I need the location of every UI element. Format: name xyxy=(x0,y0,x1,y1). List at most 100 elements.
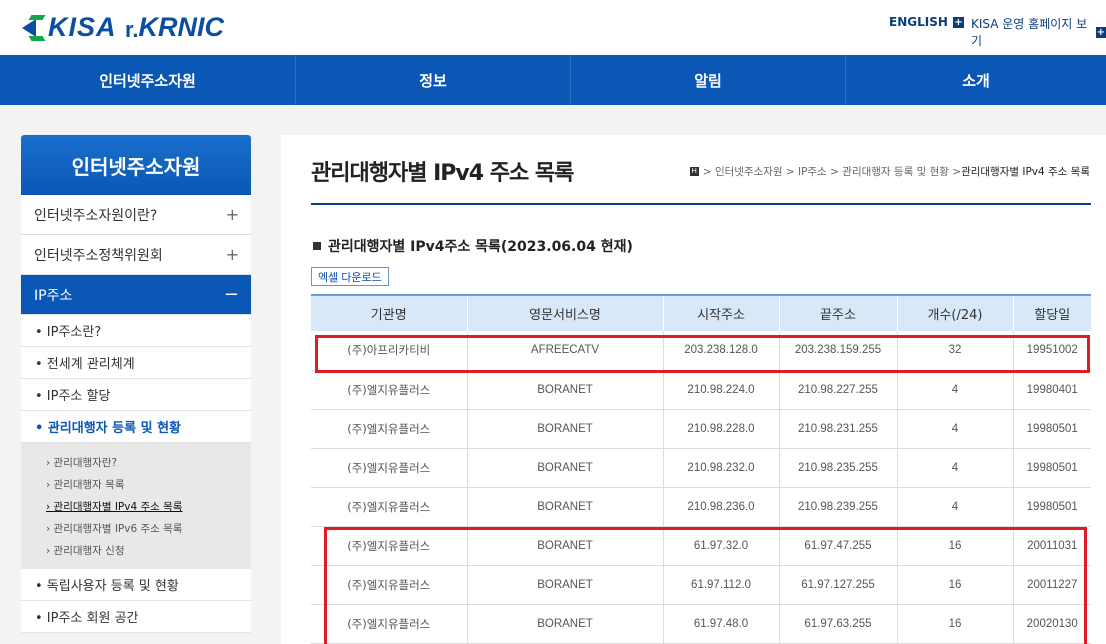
cell-end: 210.98.239.255 xyxy=(779,487,898,527)
sidebar-link-agency-list[interactable]: › 관리대행자 목록 xyxy=(21,473,251,495)
cell-org: (주)엘지유플러스 xyxy=(311,409,468,449)
expand-icon: + xyxy=(225,205,239,224)
sidebar-subitem-member-space[interactable]: • IP주소 회원 공간 xyxy=(21,601,251,633)
table-row: (주)엘지유플러스 BORANET 61.97.32.0 61.97.47.255 16… xyxy=(311,526,1091,566)
cell-org: (주)엘지유플러스 xyxy=(311,604,468,644)
sidebar-item-ip-address[interactable]: IP주소 − xyxy=(21,275,251,315)
sidebar-item-label: IP주소 xyxy=(34,287,73,304)
cell-end: 61.97.47.255 xyxy=(779,526,898,566)
cell-start: 210.98.236.0 xyxy=(663,487,780,527)
cell-date: 19951002 xyxy=(1013,331,1091,371)
excel-download-button[interactable]: 엑셀 다운로드 xyxy=(311,267,389,286)
cell-count: 16 xyxy=(897,526,1014,566)
sidebar-link-agency-apply[interactable]: › 관리대행자 신청 xyxy=(21,539,251,561)
sidebar-item-policy-committee[interactable]: 인터넷주소정책위원회 + xyxy=(21,235,251,275)
section-heading: 관리대행자별 IPv4주소 목록(2023.06.04 현재) xyxy=(313,236,633,256)
cell-date: 20011227 xyxy=(1013,565,1091,605)
cell-start: 61.97.48.0 xyxy=(663,604,780,644)
nav-notice[interactable]: 알림 xyxy=(571,55,846,105)
cell-service: BORANET xyxy=(467,448,664,488)
cell-org: (주)아프리카티비 xyxy=(311,331,468,371)
table-row: (주)엘지유플러스 BORANET 61.97.48.0 61.97.63.255 16… xyxy=(311,604,1091,644)
nav-info[interactable]: 정보 xyxy=(296,55,571,105)
sidebar-subitem-global-system[interactable]: • 전세계 관리체계 xyxy=(21,347,251,379)
side-menu: 인터넷주소자원 인터넷주소자원이란? + 인터넷주소정책위원회 + IP주소 −… xyxy=(21,135,251,633)
cell-start: 210.98.232.0 xyxy=(663,448,780,488)
cell-count: 16 xyxy=(897,604,1014,644)
breadcrumb-item[interactable]: > 인터넷주소자원 xyxy=(703,164,783,179)
cell-org: (주)엘지유플러스 xyxy=(311,565,468,605)
breadcrumb-item[interactable]: > 관리대행자 등록 및 현황 xyxy=(830,164,949,179)
ipv4-address-table: 기관명 영문서비스명 시작주소 끝주소 개수(/24) 할당일 (주)아프리카티… xyxy=(311,294,1091,644)
english-link-label: ENGLISH xyxy=(889,15,948,29)
sidebar-subitem-what-is-ip[interactable]: • IP주소란? xyxy=(21,315,251,347)
cell-count: 4 xyxy=(897,370,1014,410)
kisa-logo[interactable]: KISA xyxy=(22,12,117,43)
cell-date: 20020130 xyxy=(1013,604,1091,644)
square-bullet-icon xyxy=(313,242,321,250)
cell-service: BORANET xyxy=(467,565,664,605)
table-row: (주)엘지유플러스 BORANET 210.98.232.0 210.98.235.2… xyxy=(311,448,1091,488)
cell-org: (주)엘지유플러스 xyxy=(311,526,468,566)
cell-start: 61.97.112.0 xyxy=(663,565,780,605)
section-heading-text: 관리대행자별 IPv4주소 목록(2023.06.04 현재) xyxy=(328,239,633,255)
col-header-date: 할당일 xyxy=(1013,294,1091,331)
sidebar-subitem-independent-user[interactable]: • 독립사용자 등록 및 현황 xyxy=(21,569,251,601)
cell-count: 32 xyxy=(897,331,1014,371)
kisa-mark-icon xyxy=(22,14,46,41)
cell-org: (주)엘지유플러스 xyxy=(311,448,468,488)
cell-date: 19980401 xyxy=(1013,370,1091,410)
sidebar-subitem-agency-registration[interactable]: • 관리대행자 등록 및 현황 xyxy=(21,411,251,443)
sidebar-subitem-ip-allocation[interactable]: • IP주소 할당 xyxy=(21,379,251,411)
cell-end: 61.97.127.255 xyxy=(779,565,898,605)
breadcrumb-current: 관리대행자별 IPv4 주소 목록 xyxy=(961,166,1090,178)
cell-service: BORANET xyxy=(467,604,664,644)
sidebar-link-what-is-agency[interactable]: › 관리대행자란? xyxy=(21,451,251,473)
cell-date: 19980501 xyxy=(1013,487,1091,527)
main-content: 관리대행자별 IPv4 주소 목록 H > 인터넷주소자원 > IP주소 > 관… xyxy=(281,135,1106,644)
nav-internet-resources[interactable]: 인터넷주소자원 xyxy=(0,55,296,105)
col-header-count: 개수(/24) xyxy=(897,294,1014,331)
sidebar-link-ipv6-list[interactable]: › 관리대행자별 IPv6 주소 목록 xyxy=(21,517,251,539)
sidebar-item-label: 인터넷주소정책위원회 xyxy=(34,247,163,264)
table-row: (주)엘지유플러스 BORANET 61.97.112.0 61.97.127.255… xyxy=(311,565,1091,605)
sidebar-item-label: 인터넷주소자원이란? xyxy=(34,207,158,224)
global-nav: 인터넷주소자원 정보 알림 소개 xyxy=(0,55,1106,105)
breadcrumb-separator: > xyxy=(952,165,962,178)
kisa-homepage-label: KISA 운영 홈페이지 보기 xyxy=(971,17,1088,48)
cell-start: 210.98.224.0 xyxy=(663,370,780,410)
cell-service: BORANET xyxy=(467,526,664,566)
breadcrumb-item[interactable]: > IP주소 xyxy=(786,164,827,179)
title-divider xyxy=(311,203,1091,205)
cell-end: 203.238.159.255 xyxy=(779,331,898,371)
home-icon[interactable]: H xyxy=(689,167,699,176)
expand-icon: + xyxy=(225,245,239,264)
nav-about[interactable]: 소개 xyxy=(846,55,1106,105)
sidebar-item-what-is-resource[interactable]: 인터넷주소자원이란? + xyxy=(21,195,251,235)
sidebar-third-level: › 관리대행자란? › 관리대행자 목록 › 관리대행자별 IPv4 주소 목록… xyxy=(21,443,251,569)
krnic-logo-prefix: r. xyxy=(125,17,139,42)
cell-org: (주)엘지유플러스 xyxy=(311,370,468,410)
cell-count: 16 xyxy=(897,565,1014,605)
plus-icon: + xyxy=(1095,26,1106,38)
cell-service: BORANET xyxy=(467,370,664,410)
table-row: (주)아프리카티비 AFREECATV 203.238.128.0 203.238.1… xyxy=(311,331,1091,371)
cell-start: 210.98.228.0 xyxy=(663,409,780,449)
cell-end: 210.98.231.255 xyxy=(779,409,898,449)
table-header-row: 기관명 영문서비스명 시작주소 끝주소 개수(/24) 할당일 xyxy=(311,294,1091,331)
plus-icon: + xyxy=(952,16,964,28)
table-row: (주)엘지유플러스 BORANET 210.98.224.0 210.98.227.2… xyxy=(311,370,1091,410)
cell-end: 61.97.63.255 xyxy=(779,604,898,644)
krnic-logo[interactable]: r. KRNIC xyxy=(125,12,224,43)
table-row: (주)엘지유플러스 BORANET 210.98.236.0 210.98.239.2… xyxy=(311,487,1091,527)
sidebar-link-ipv4-list[interactable]: › 관리대행자별 IPv4 주소 목록 xyxy=(21,495,251,517)
col-header-start: 시작주소 xyxy=(663,294,780,331)
english-link[interactable]: ENGLISH + xyxy=(889,15,964,29)
col-header-service: 영문서비스명 xyxy=(467,294,664,331)
cell-org: (주)엘지유플러스 xyxy=(311,487,468,527)
kisa-homepage-link[interactable]: KISA 운영 홈페이지 보기 + xyxy=(971,15,1106,49)
cell-date: 19980501 xyxy=(1013,448,1091,488)
col-header-end: 끝주소 xyxy=(779,294,898,331)
cell-service: BORANET xyxy=(467,487,664,527)
page-title: 관리대행자별 IPv4 주소 목록 xyxy=(311,161,574,186)
